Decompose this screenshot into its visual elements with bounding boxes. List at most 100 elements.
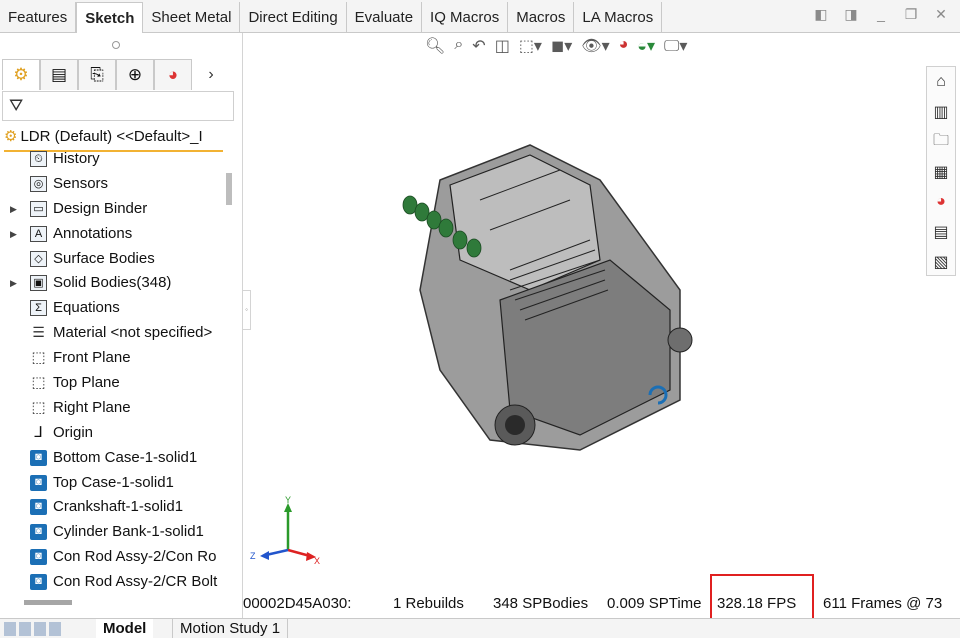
zoom-to-area-icon[interactable]: ⌕ <box>454 36 463 60</box>
tree-item[interactable]: ◙ Con Rod Assy-2/Con Ro <box>0 545 226 570</box>
fps-highlight-box <box>710 574 814 620</box>
ribbon-tabs: Features Sketch Sheet Metal Direct Editing E… <box>0 2 663 34</box>
engine-3d-model[interactable] <box>380 140 710 470</box>
tree-item[interactable]: ⬚ Right Plane <box>0 396 226 421</box>
previous-view-icon[interactable]: ↶ <box>472 36 485 60</box>
tree-item[interactable]: ◙ Bottom Case-1-solid1 <box>0 446 226 471</box>
tree-item[interactable]: ⏲ History <box>0 147 226 172</box>
custom-properties-icon[interactable]: ▤ <box>927 217 955 247</box>
apply-scene-icon[interactable]: ◒▾ <box>637 36 655 60</box>
design-library-icon[interactable]: ▥ <box>927 97 955 127</box>
tree-item-label: Surface Bodies <box>53 249 155 267</box>
first-tab-icon[interactable] <box>4 622 16 636</box>
tree-item[interactable]: ⅃ Origin <box>0 421 226 446</box>
panel-splitter[interactable]: ◦ <box>243 290 251 330</box>
tree-item-label: History <box>53 150 100 167</box>
tree-item[interactable]: ▶ ▭ Design Binder <box>0 197 226 222</box>
solid-body-icon: ◙ <box>30 449 47 466</box>
solid-body-icon: ◙ <box>30 524 47 541</box>
tree-item[interactable]: ▶ ▣ Solid Bodies(348) <box>0 271 226 296</box>
status-address: 00002D45A030: <box>243 595 352 612</box>
tree-item-label: Annotations <box>53 224 133 242</box>
home-icon[interactable]: ⌂ <box>927 67 955 97</box>
appearances-icon[interactable]: ◕ <box>927 187 955 217</box>
status-frames: 611 Frames @ 73 <box>823 595 943 612</box>
filter-icon: ⛛ <box>9 96 24 115</box>
dimxpert-tab-icon[interactable]: ⊕ <box>116 59 154 90</box>
tree-item[interactable]: ⬚ Front Plane <box>0 346 226 371</box>
status-rebuilds: 1 Rebuilds <box>393 595 464 612</box>
tree-item[interactable]: ▶ A Annotations <box>0 222 226 247</box>
status-bar: 00002D45A030: 1 Rebuilds 348 SPBodies 0.… <box>243 590 960 618</box>
tab-sheet-metal[interactable]: Sheet Metal <box>143 2 241 33</box>
plane-icon: ⬚ <box>31 398 46 416</box>
solidworks-forum-icon[interactable]: ▧ <box>927 247 955 277</box>
command-manager-ribbon: Features Sketch Sheet Metal Direct Editing E… <box>0 0 960 34</box>
tree-item-label: Design Binder <box>53 199 148 217</box>
expand-arrow-icon[interactable]: ▶ <box>10 271 17 296</box>
panel-grip-icon[interactable] <box>112 41 120 49</box>
tree-item[interactable]: ◙ Crankshaft-1-solid1 <box>0 495 226 520</box>
zoom-to-fit-icon[interactable]: 🔍︎ <box>425 36 445 60</box>
material-icon: ☰ <box>32 324 45 341</box>
tile-left-icon[interactable]: ◧ <box>814 6 828 23</box>
tree-item[interactable]: ⬚ Top Plane <box>0 371 226 396</box>
tree-item-label: Bottom Case-1-solid1 <box>53 448 198 466</box>
part-icon: ⚙ <box>4 128 18 145</box>
configuration-manager-tab-icon[interactable]: ⎘ <box>78 59 116 90</box>
display-manager-tab-icon[interactable]: ◕ <box>154 59 192 90</box>
tree-item[interactable]: ◙ Top Case-1-solid1 <box>0 471 226 496</box>
feature-manager-tab-icon[interactable]: ⚙ <box>2 59 40 90</box>
tree-item-label: Con Rod Assy-2/CR Bolt <box>53 573 218 591</box>
status-spbodies: 348 SPBodies <box>493 595 589 612</box>
solid-bodies-icon: ▣ <box>30 275 47 292</box>
chevron-right-icon[interactable]: › <box>192 59 230 90</box>
bottom-tab-bar: Model Motion Study 1 <box>0 618 960 638</box>
tree-vertical-scrollbar[interactable] <box>226 173 232 205</box>
tree-item[interactable]: ◙ Con Rod Assy-2/CR Bolt <box>0 570 226 595</box>
tab-model[interactable]: Model <box>96 619 154 638</box>
tab-features[interactable]: Features <box>0 2 77 33</box>
tab-macros[interactable]: Macros <box>508 2 575 33</box>
view-palette-icon[interactable]: ▦ <box>927 157 955 187</box>
tree-item-label: Top Plane <box>53 374 120 392</box>
file-explorer-icon[interactable]: 🗀 <box>927 127 955 157</box>
tab-direct-editing[interactable]: Direct Editing <box>240 2 347 33</box>
close-icon[interactable]: ✕ <box>934 6 948 23</box>
property-manager-tab-icon[interactable]: ▤ <box>40 59 78 90</box>
plane-icon: ⬚ <box>31 374 46 392</box>
tree-filter-input[interactable]: ⛛ <box>2 91 234 121</box>
edit-appearance-icon[interactable]: ◕ <box>619 36 629 60</box>
minimize-icon[interactable]: _ <box>874 6 888 23</box>
previous-tab-icon[interactable] <box>19 622 31 636</box>
hide-show-items-icon[interactable]: 👁︎▾ <box>581 36 609 60</box>
restore-icon[interactable]: ❐ <box>904 6 918 23</box>
tab-sketch[interactable]: Sketch <box>76 2 144 34</box>
last-tab-icon[interactable] <box>49 622 61 636</box>
view-orientation-icon[interactable]: ⬚▾ <box>519 36 542 60</box>
tab-evaluate[interactable]: Evaluate <box>347 2 423 33</box>
expand-arrow-icon[interactable]: ▶ <box>10 197 17 222</box>
tree-item-label: Sensors <box>53 174 109 192</box>
view-settings-icon[interactable]: 🖵▾ <box>664 36 687 60</box>
tree-item-label: Con Rod Assy-2/Con Ro <box>53 548 217 566</box>
tab-la-macros[interactable]: LA Macros <box>574 2 663 33</box>
tab-iq-macros[interactable]: IQ Macros <box>422 2 509 33</box>
section-view-icon[interactable]: ◫ <box>495 36 510 60</box>
tree-item[interactable]: Σ Equations <box>0 296 226 321</box>
expand-arrow-icon[interactable]: ▶ <box>10 222 17 247</box>
surface-bodies-icon: ◇ <box>30 250 47 267</box>
tree-item[interactable]: ◎ Sensors <box>0 172 226 197</box>
feature-manager-panel: ⚙ ▤ ⎘ ⊕ ◕ › ⛛ ⚙ LDR (Default) <<Default>_… <box>0 33 243 618</box>
tree-horizontal-scrollbar[interactable] <box>24 600 72 605</box>
status-sptime: 0.009 SPTime <box>607 595 702 612</box>
tab-motion-study[interactable]: Motion Study 1 <box>172 619 289 638</box>
tree-item[interactable]: ◙ Cylinder Bank-1-solid1 <box>0 520 226 545</box>
tree-item[interactable]: ◇ Surface Bodies <box>0 247 226 272</box>
display-style-icon[interactable]: ◼▾ <box>551 36 572 60</box>
tile-right-icon[interactable]: ◨ <box>844 6 858 23</box>
tree-item[interactable]: ☰ Material <not specified> <box>0 321 226 346</box>
equations-icon: Σ <box>30 300 47 317</box>
solid-body-icon: ◙ <box>30 574 47 591</box>
next-tab-icon[interactable] <box>34 622 46 636</box>
